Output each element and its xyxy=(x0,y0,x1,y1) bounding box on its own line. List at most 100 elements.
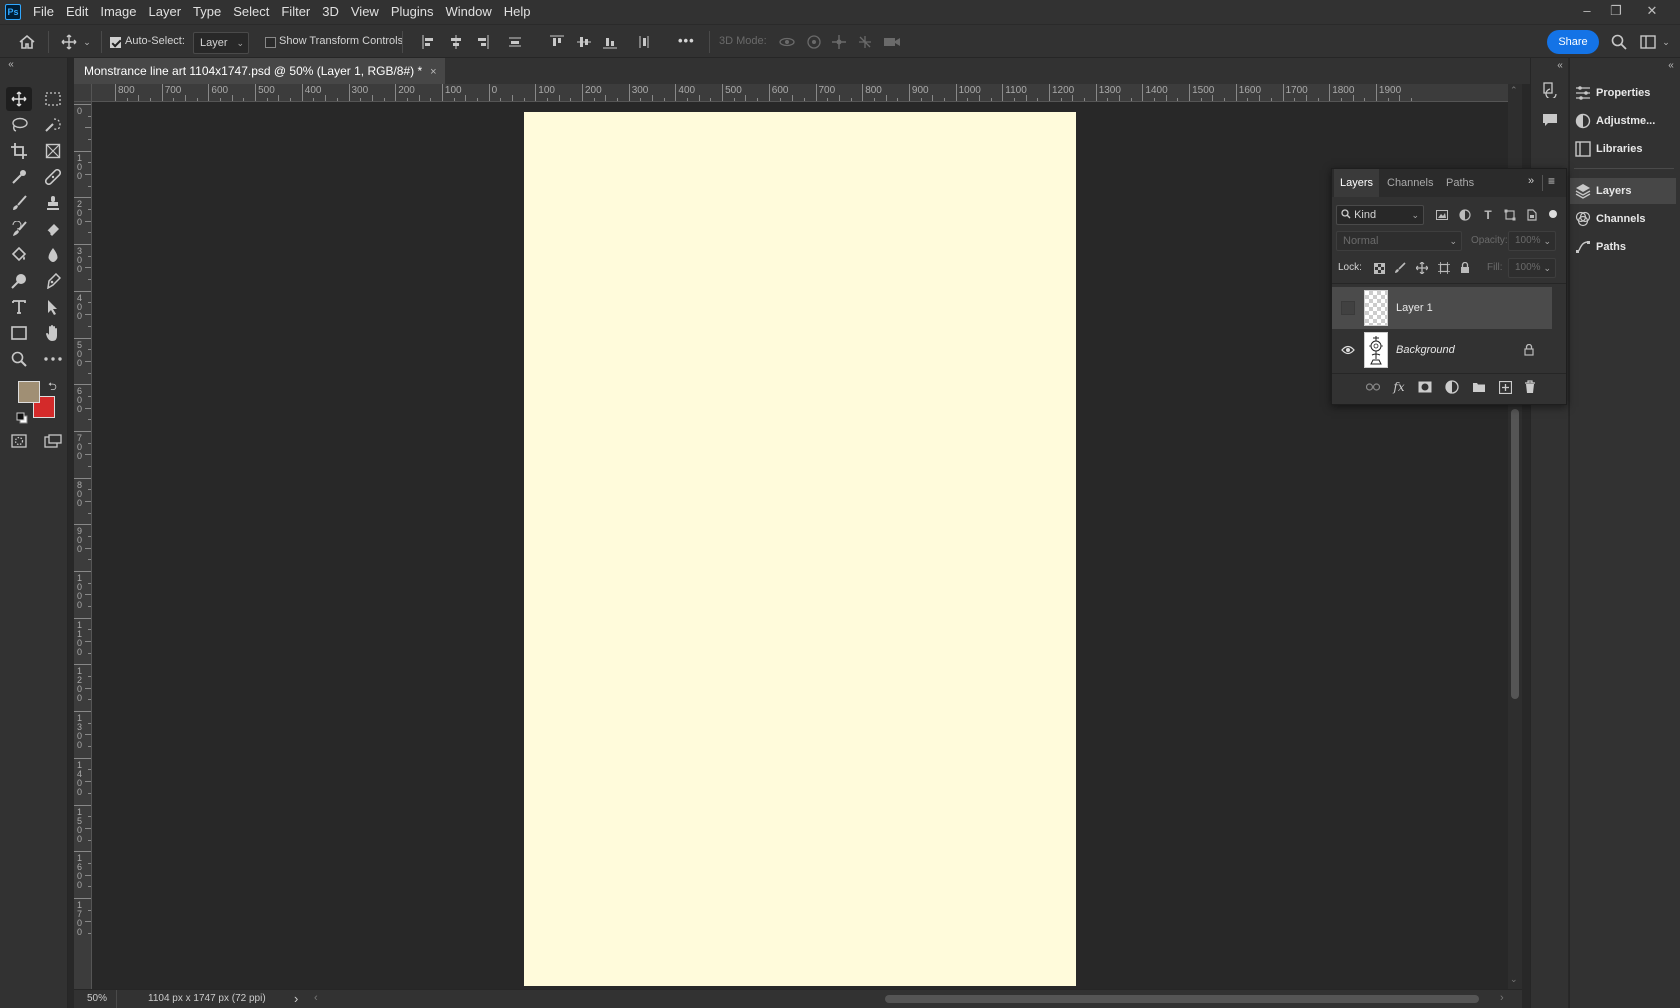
close-window-button[interactable]: ✕ xyxy=(1637,0,1667,24)
object-selection-tool-button[interactable] xyxy=(40,113,66,137)
align-left-edges-icon[interactable] xyxy=(420,34,438,50)
history-icon[interactable] xyxy=(1539,80,1561,100)
visibility-toggle-empty[interactable] xyxy=(1341,301,1355,315)
search-icon[interactable] xyxy=(1609,33,1629,51)
tab-paths[interactable]: Paths xyxy=(1440,169,1480,197)
lock-position-icon[interactable] xyxy=(1414,260,1430,276)
menu-3d[interactable]: 3D xyxy=(316,0,345,24)
blend-mode-dropdown[interactable]: Normal ⌄ xyxy=(1336,231,1462,251)
more-tools-icon[interactable] xyxy=(40,347,66,371)
auto-select-checkbox[interactable] xyxy=(110,37,121,48)
opacity-field[interactable]: 100% ⌄ xyxy=(1508,231,1556,251)
menu-select[interactable]: Select xyxy=(227,0,275,24)
move-tool-button[interactable] xyxy=(6,87,32,111)
align-top-edges-icon[interactable] xyxy=(548,34,566,50)
collapse-icon[interactable]: « xyxy=(4,58,18,70)
pen-tool-button[interactable] xyxy=(40,269,66,293)
scroll-up-icon[interactable]: ⌃ xyxy=(1510,85,1518,96)
type-tool-button[interactable] xyxy=(6,295,32,319)
eye-icon[interactable] xyxy=(1340,342,1356,358)
restore-button[interactable]: ❐ xyxy=(1601,0,1631,24)
paint-bucket-tool-button[interactable] xyxy=(6,243,32,267)
rectangle-tool-button[interactable] xyxy=(6,321,32,345)
document-tab[interactable]: Monstrance line art 1104x1747.psd @ 50% … xyxy=(74,58,445,84)
layer-style-fx-icon[interactable]: fx xyxy=(1390,378,1408,396)
healing-brush-tool-button[interactable] xyxy=(40,165,66,189)
add-mask-icon[interactable] xyxy=(1416,378,1434,396)
layers-panel-button[interactable]: Layers xyxy=(1570,178,1676,204)
lasso-tool-button[interactable] xyxy=(6,113,32,137)
tab-layers[interactable]: Layers xyxy=(1334,169,1380,197)
filter-shape-icon[interactable] xyxy=(1502,207,1518,223)
scroll-left-icon[interactable]: ‹ xyxy=(314,992,318,1004)
distribute-vertical-icon[interactable] xyxy=(506,34,524,50)
swap-colors-icon[interactable]: ⮌ xyxy=(48,378,57,397)
lock-transparent-pixels-icon[interactable] xyxy=(1371,260,1387,276)
collapse-panel-icon[interactable]: » xyxy=(1528,175,1534,187)
hand-tool-button[interactable] xyxy=(40,321,66,345)
dodge-tool-button[interactable] xyxy=(6,269,32,293)
menu-help[interactable]: Help xyxy=(498,0,537,24)
filter-toggle-icon[interactable] xyxy=(1549,210,1557,218)
document-canvas[interactable] xyxy=(524,112,1076,986)
eyedropper-tool-button[interactable] xyxy=(6,165,32,189)
distribute-horizontal-icon[interactable] xyxy=(635,34,653,50)
menu-type[interactable]: Type xyxy=(187,0,227,24)
workspace-icon[interactable] xyxy=(1638,33,1658,51)
scroll-right-icon[interactable]: › xyxy=(1500,992,1504,1004)
zoom-level[interactable]: 50% xyxy=(87,993,107,1004)
new-group-icon[interactable] xyxy=(1470,378,1488,396)
menu-view[interactable]: View xyxy=(345,0,385,24)
layer-filter-dropdown[interactable]: Kind ⌄ xyxy=(1336,205,1424,225)
layer-name[interactable]: Background xyxy=(1396,329,1455,371)
layer-row-background[interactable]: Background xyxy=(1332,329,1552,371)
pan-3d-icon[interactable] xyxy=(830,33,848,51)
rectangular-marquee-tool-button[interactable] xyxy=(40,87,66,111)
lock-image-pixels-icon[interactable] xyxy=(1392,260,1408,276)
auto-select-target-dropdown[interactable]: Layer ⌄ xyxy=(193,32,249,54)
frame-tool-button[interactable] xyxy=(40,139,66,163)
comments-icon[interactable] xyxy=(1539,110,1561,130)
menu-image[interactable]: Image xyxy=(94,0,142,24)
roll-3d-icon[interactable] xyxy=(805,33,823,51)
link-layers-icon[interactable] xyxy=(1364,378,1382,396)
video-camera-icon[interactable] xyxy=(882,33,902,51)
collapse-icon[interactable]: « xyxy=(1664,59,1678,71)
minimize-button[interactable]: – xyxy=(1572,0,1602,24)
menu-filter[interactable]: Filter xyxy=(275,0,316,24)
share-button[interactable]: Share xyxy=(1547,30,1599,54)
menu-file[interactable]: File xyxy=(27,0,60,24)
blur-tool-button[interactable] xyxy=(40,243,66,267)
path-selection-tool-button[interactable] xyxy=(40,295,66,319)
quick-mask-icon[interactable] xyxy=(6,429,32,453)
properties-panel-button[interactable]: Properties xyxy=(1570,80,1676,106)
show-transform-checkbox[interactable] xyxy=(265,37,276,48)
libraries-panel-button[interactable]: Libraries xyxy=(1570,136,1676,162)
canvas-area[interactable] xyxy=(92,102,1508,989)
horizontal-scrollbar[interactable]: ‹ › xyxy=(312,990,1522,1008)
panel-menu-icon[interactable]: ≡ xyxy=(1548,174,1555,188)
align-bottom-edges-icon[interactable] xyxy=(601,34,619,50)
filter-type-icon[interactable]: T xyxy=(1480,207,1496,223)
slide-3d-icon[interactable] xyxy=(856,33,874,51)
filter-smart-object-icon[interactable] xyxy=(1524,207,1540,223)
horizontal-scroll-thumb[interactable] xyxy=(885,995,1479,1003)
home-icon[interactable] xyxy=(16,32,38,52)
align-horizontal-centers-icon[interactable] xyxy=(447,34,465,50)
clone-stamp-tool-button[interactable] xyxy=(40,191,66,215)
chevron-down-icon[interactable]: ⌄ xyxy=(82,34,92,50)
lock-artboard-icon[interactable] xyxy=(1436,260,1452,276)
close-tab-icon[interactable]: × xyxy=(430,66,436,78)
lock-all-icon[interactable] xyxy=(1457,260,1473,276)
foreground-color-swatch[interactable] xyxy=(18,381,40,403)
scroll-down-icon[interactable]: ⌄ xyxy=(1510,974,1518,985)
chevron-down-icon[interactable]: ⌄ xyxy=(1660,34,1672,50)
default-colors-icon[interactable] xyxy=(16,412,28,424)
status-menu-arrow[interactable]: › xyxy=(294,991,298,1006)
collapse-icon[interactable]: « xyxy=(1553,59,1567,71)
menu-edit[interactable]: Edit xyxy=(60,0,94,24)
zoom-tool-button[interactable] xyxy=(6,347,32,371)
layer-row-layer-1[interactable]: Layer 1 xyxy=(1332,287,1552,329)
screen-mode-icon[interactable] xyxy=(40,429,66,453)
new-adjustment-layer-icon[interactable] xyxy=(1443,378,1461,396)
